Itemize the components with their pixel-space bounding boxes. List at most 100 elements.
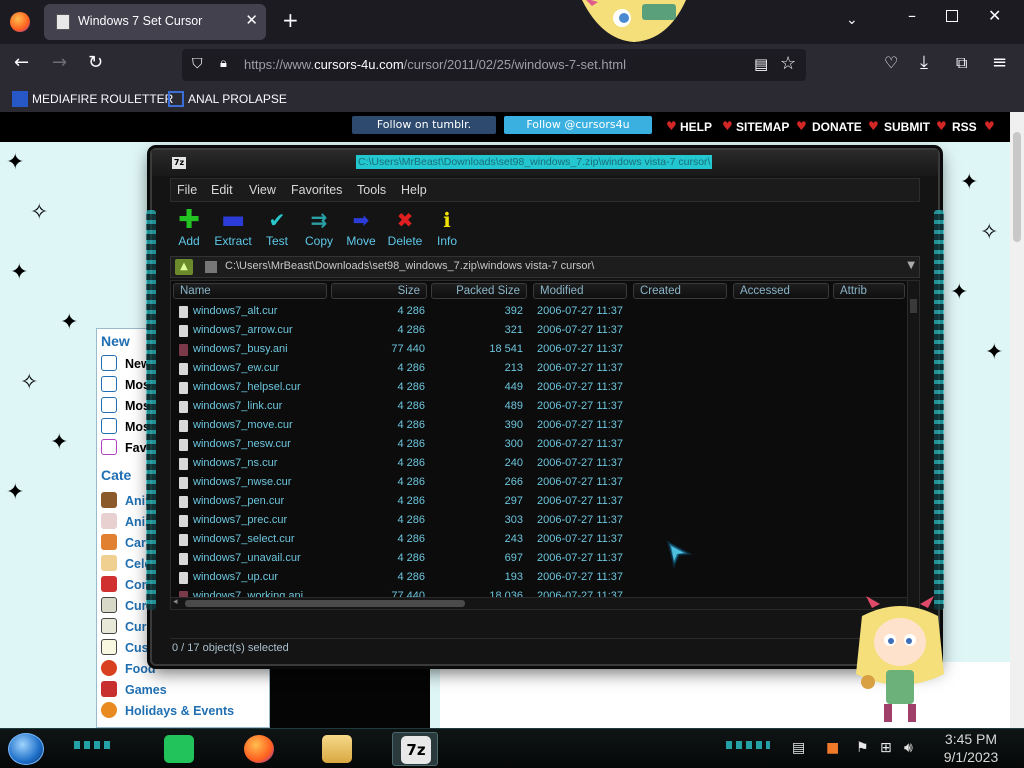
bookmark-star-icon[interactable]: ☆ xyxy=(780,53,796,74)
window-minimize-icon[interactable]: – xyxy=(908,6,916,25)
action-center-flag-icon[interactable]: ⚑ xyxy=(856,741,869,755)
7zip-app-icon[interactable]: 7z xyxy=(172,157,186,169)
move-button[interactable]: ➡ Move xyxy=(336,208,386,248)
start-button[interactable] xyxy=(8,733,44,765)
menu-edit[interactable]: Edit xyxy=(211,183,233,197)
file-list-hscroll[interactable]: ◂ xyxy=(171,597,907,609)
file-list-hscroll-thumb[interactable] xyxy=(185,600,465,607)
url-text[interactable]: https://www.cursors-4u.com/cursor/2011/0… xyxy=(244,57,626,72)
category-item[interactable]: Cart xyxy=(101,534,150,550)
file-list-vscroll-thumb[interactable] xyxy=(910,299,917,313)
file-row[interactable]: windows7_select.cur 4 286 243 2006-07-27 11… xyxy=(171,531,907,550)
pocket-icon[interactable]: ♡ xyxy=(884,52,898,74)
show-desktop-icon[interactable]: ▤ xyxy=(792,741,805,755)
tray-app-icon[interactable]: ■ xyxy=(826,741,839,755)
chevron-down-icon[interactable]: ▼ xyxy=(907,260,915,271)
file-row[interactable]: windows7_ns.cur 4 286 240 2006-07-27 11:37 xyxy=(171,455,907,474)
file-row[interactable]: windows7_nesw.cur 4 286 300 2006-07-27 11:3… xyxy=(171,436,907,455)
nav-rss-link[interactable]: RSS xyxy=(952,120,977,134)
file-row[interactable]: windows7_busy.ani 77 440 18 541 2006-07-27 … xyxy=(171,341,907,360)
file-row[interactable]: windows7_alt.cur 4 286 392 2006-07-27 11:37 xyxy=(171,303,907,322)
taskbar-app-notes[interactable] xyxy=(156,732,202,766)
sidebar-item[interactable]: Mos xyxy=(101,376,150,392)
category-item[interactable]: Cus xyxy=(101,639,149,655)
menu-help[interactable]: Help xyxy=(401,183,427,197)
follow-twitter-button[interactable]: Follow @cursors4u xyxy=(504,116,652,134)
add-button[interactable]: ✚ Add xyxy=(164,207,214,248)
window-close-icon[interactable]: ✕ xyxy=(988,6,1001,25)
category-item[interactable]: Games xyxy=(101,681,167,697)
file-row[interactable]: windows7_up.cur 4 286 193 2006-07-27 11:37 xyxy=(171,569,907,588)
menu-hamburger-icon[interactable]: ≡ xyxy=(992,52,1007,74)
back-arrow-icon[interactable]: ← xyxy=(14,52,29,74)
column-modified[interactable]: Modified xyxy=(533,283,627,299)
reload-icon[interactable]: ↻ xyxy=(88,52,103,74)
category-item[interactable]: Food xyxy=(101,660,156,676)
bird-decoration-icon: ✦ xyxy=(50,430,69,455)
category-item[interactable]: Com xyxy=(101,576,153,592)
tab-close-icon[interactable]: ✕ xyxy=(245,11,258,29)
category-item[interactable]: Holidays & Events xyxy=(101,702,234,718)
file-packed-size: 193 xyxy=(504,571,523,583)
downloads-icon[interactable]: ⤓ xyxy=(920,52,928,74)
file-row[interactable]: windows7_unavail.cur 4 286 697 2006-07-27 1… xyxy=(171,550,907,569)
sidebar-item[interactable]: Mos xyxy=(101,397,150,413)
column-name[interactable]: Name xyxy=(173,283,327,299)
column-created[interactable]: Created xyxy=(633,283,727,299)
bookmark-item[interactable]: MEDIAFIRE ROULETTER xyxy=(12,91,173,107)
taskbar-app-7zip[interactable]: 7z xyxy=(392,732,438,766)
firefox-icon[interactable] xyxy=(10,12,30,32)
folder-up-icon[interactable]: ▲ xyxy=(175,259,193,275)
clock-date[interactable]: 9/1/2023 xyxy=(938,749,1004,765)
window-maximize-icon[interactable] xyxy=(946,10,958,22)
bookmark-item[interactable]: ANAL PROLAPSE xyxy=(168,91,287,107)
clock-time[interactable]: 3:45 PM xyxy=(938,731,1004,747)
scroll-left-icon[interactable]: ◂ xyxy=(173,597,178,607)
new-tab-plus-icon[interactable]: + xyxy=(282,10,299,30)
page-scrollbar-thumb[interactable] xyxy=(1013,132,1021,242)
file-row[interactable]: windows7_move.cur 4 286 390 2006-07-27 11:3… xyxy=(171,417,907,436)
nav-submit-link[interactable]: SUBMIT xyxy=(884,120,930,134)
nav-sitemap-link[interactable]: SITEMAP xyxy=(736,120,789,134)
menu-file[interactable]: File xyxy=(177,183,197,197)
follow-tumblr-button[interactable]: Follow on tumblr. xyxy=(352,116,496,134)
shield-icon[interactable]: ⛉ xyxy=(192,56,203,72)
path-input[interactable]: C:\Users\MrBeast\Downloads\set98_windows… xyxy=(225,260,594,272)
file-row[interactable]: windows7_link.cur 4 286 489 2006-07-27 11:3… xyxy=(171,398,907,417)
column-packed-size[interactable]: Packed Size xyxy=(431,283,527,299)
file-row[interactable]: windows7_helpsel.cur 4 286 449 2006-07-27 1… xyxy=(171,379,907,398)
category-item[interactable]: Cele xyxy=(101,555,151,571)
tab-list-chevron-icon[interactable]: ⌄ xyxy=(846,12,858,28)
category-item[interactable]: Curs xyxy=(101,618,153,634)
taskbar-app-firefox[interactable] xyxy=(236,732,282,766)
menu-tools[interactable]: Tools xyxy=(357,183,386,197)
menu-view[interactable]: View xyxy=(249,183,276,197)
file-row[interactable]: windows7_arrow.cur 4 286 321 2006-07-27 11:… xyxy=(171,322,907,341)
file-row[interactable]: windows7_pen.cur 4 286 297 2006-07-27 11:37 xyxy=(171,493,907,512)
file-row[interactable]: windows7_nwse.cur 4 286 266 2006-07-27 11:3… xyxy=(171,474,907,493)
forward-arrow-icon[interactable]: → xyxy=(52,52,67,74)
browser-tab[interactable]: Windows 7 Set Cursor ✕ xyxy=(44,4,266,40)
info-button[interactable]: ℹ Info xyxy=(422,208,472,248)
reader-view-icon[interactable]: ▤ xyxy=(754,55,768,73)
column-size[interactable]: Size xyxy=(331,283,427,299)
page-scrollbar[interactable] xyxy=(1010,112,1024,728)
menu-favorites[interactable]: Favorites xyxy=(291,183,342,197)
column-attributes[interactable]: Attrib xyxy=(833,283,905,299)
extract-button[interactable]: ▬ Extract xyxy=(208,207,258,248)
taskbar-app-explorer[interactable] xyxy=(314,732,360,766)
volume-icon[interactable]: 🔊︎ xyxy=(904,741,913,755)
nav-help-link[interactable]: HELP xyxy=(680,120,712,134)
network-icon[interactable]: ⊞ xyxy=(880,741,892,755)
url-bar[interactable]: ⛉ 🔒︎ https://www.cursors-4u.com/cursor/2… xyxy=(182,49,806,81)
file-list-vscroll[interactable] xyxy=(907,281,919,609)
file-row[interactable]: windows7_ew.cur 4 286 213 2006-07-27 11:37 xyxy=(171,360,907,379)
lock-icon[interactable]: 🔒︎ xyxy=(220,56,227,71)
sidebar-item[interactable]: New xyxy=(101,355,151,371)
file-row[interactable]: windows7_prec.cur 4 286 303 2006-07-27 11:3… xyxy=(171,512,907,531)
7zip-title-bar[interactable]: 7z C:\Users\MrBeast\Downloads\set98_wind… xyxy=(152,150,938,176)
extensions-icon[interactable]: ⧉ xyxy=(956,52,967,74)
nav-donate-link[interactable]: DONATE xyxy=(812,120,862,134)
sidebar-item[interactable]: Mos xyxy=(101,418,150,434)
column-accessed[interactable]: Accessed xyxy=(733,283,829,299)
